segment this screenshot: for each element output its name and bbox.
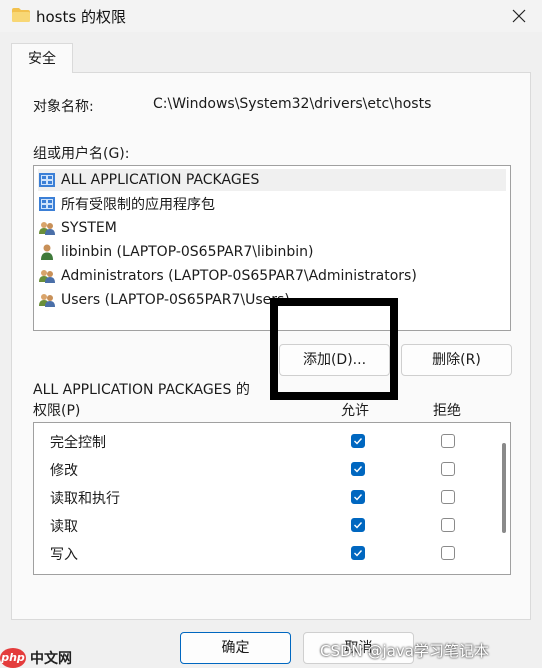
deny-header: 拒绝 xyxy=(433,403,461,419)
list-item-label: ALL APPLICATION PACKAGES xyxy=(61,172,260,188)
deny-checkbox[interactable] xyxy=(441,490,455,504)
permission-row-full-control: 完全控制 xyxy=(34,428,494,456)
list-item-all-application-packages[interactable]: ALL APPLICATION PACKAGES xyxy=(38,169,506,191)
permission-row-modify: 修改 xyxy=(34,456,494,484)
php-logo: php 中文网 xyxy=(0,648,72,668)
list-item-label: 所有受限制的应用程序包 xyxy=(61,197,215,213)
window-title: hosts 的权限 xyxy=(36,8,126,26)
permissions-scrollbar[interactable] xyxy=(502,443,506,533)
users-group-icon xyxy=(39,294,55,307)
allow-checkbox[interactable] xyxy=(351,546,365,560)
close-button[interactable] xyxy=(496,0,542,32)
permissions-label-line1: ALL APPLICATION PACKAGES 的 xyxy=(33,382,250,398)
permission-row-read-execute: 读取和执行 xyxy=(34,484,494,512)
users-group-icon xyxy=(39,270,55,283)
php-logo-badge: php xyxy=(0,648,26,668)
tab-security[interactable]: 安全 xyxy=(11,43,73,73)
csdn-watermark: CSDN @java学习笔记本 xyxy=(320,642,489,660)
remove-button[interactable]: 删除(R) xyxy=(401,344,512,376)
checkmark-icon xyxy=(354,438,363,445)
checkmark-icon xyxy=(354,550,363,557)
list-item-label: Administrators (LAPTOP-0S65PAR7\Administ… xyxy=(61,268,417,284)
allow-header: 允许 xyxy=(341,403,369,419)
user-icon xyxy=(41,244,53,260)
list-item-restricted-packages[interactable]: 所有受限制的应用程序包 xyxy=(38,193,506,215)
ok-button[interactable]: 确定 xyxy=(180,632,291,664)
allow-checkbox[interactable] xyxy=(351,462,365,476)
groups-listbox[interactable]: ALL APPLICATION PACKAGES 所有受限制的应用程序包 SYS… xyxy=(33,165,511,331)
permission-name: 修改 xyxy=(50,463,78,479)
deny-checkbox[interactable] xyxy=(441,546,455,560)
title-bar: hosts 的权限 xyxy=(0,0,542,32)
list-item-administrators[interactable]: Administrators (LAPTOP-0S65PAR7\Administ… xyxy=(38,265,506,287)
package-icon xyxy=(39,173,55,187)
checkmark-icon xyxy=(354,494,363,501)
folder-icon xyxy=(12,8,30,22)
allow-checkbox[interactable] xyxy=(351,490,365,504)
deny-checkbox[interactable] xyxy=(441,462,455,476)
groups-label: 组或用户名(G): xyxy=(33,146,130,162)
object-name-value: C:\Windows\System32\drivers\etc\hosts xyxy=(153,96,432,112)
permission-name: 完全控制 xyxy=(50,435,106,451)
list-item-libinbin[interactable]: libinbin (LAPTOP-0S65PAR7\libinbin) xyxy=(38,241,506,263)
object-name-label: 对象名称: xyxy=(33,99,94,115)
checkmark-icon xyxy=(354,466,363,473)
permission-name: 读取 xyxy=(50,519,78,535)
permission-row-write: 写入 xyxy=(34,540,494,568)
deny-checkbox[interactable] xyxy=(441,518,455,532)
close-icon xyxy=(512,9,526,23)
list-item-system[interactable]: SYSTEM xyxy=(38,217,506,239)
permission-name: 读取和执行 xyxy=(50,491,120,507)
list-item-users[interactable]: Users (LAPTOP-0S65PAR7\Users) xyxy=(38,289,506,311)
permission-row-read: 读取 xyxy=(34,512,494,540)
add-button[interactable]: 添加(D)... xyxy=(279,344,390,376)
checkmark-icon xyxy=(354,522,363,529)
list-item-label: SYSTEM xyxy=(61,220,117,236)
permission-name: 写入 xyxy=(50,547,78,563)
allow-checkbox[interactable] xyxy=(351,518,365,532)
php-logo-text: 中文网 xyxy=(30,651,72,667)
permissions-label-line2: 权限(P) xyxy=(33,403,81,419)
allow-checkbox[interactable] xyxy=(351,434,365,448)
users-group-icon xyxy=(39,222,55,235)
list-item-label: libinbin (LAPTOP-0S65PAR7\libinbin) xyxy=(61,244,314,260)
list-item-label: Users (LAPTOP-0S65PAR7\Users) xyxy=(61,292,290,308)
package-icon xyxy=(39,197,55,211)
permissions-list: 完全控制 修改 读取和执行 读取 写入 xyxy=(33,422,511,575)
deny-checkbox[interactable] xyxy=(441,434,455,448)
